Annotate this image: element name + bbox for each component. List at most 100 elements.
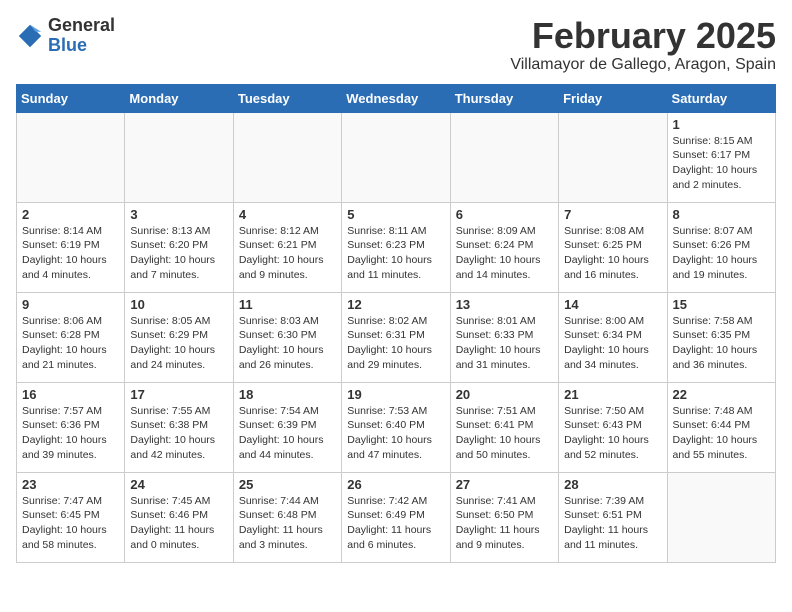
weekday-header-sunday: Sunday <box>17 84 125 112</box>
calendar-week-3: 9 Sunrise: 8:06 AM Sunset: 6:28 PM Daylig… <box>17 292 776 382</box>
day-info: Sunrise: 7:50 AM Sunset: 6:43 PM Dayligh… <box>564 404 661 463</box>
calendar-day: 15 Sunrise: 7:58 AM Sunset: 6:35 PM Dayli… <box>667 292 775 382</box>
day-number: 6 <box>456 207 553 222</box>
day-info: Sunrise: 7:57 AM Sunset: 6:36 PM Dayligh… <box>22 404 119 463</box>
day-info: Sunrise: 8:12 AM Sunset: 6:21 PM Dayligh… <box>239 224 336 283</box>
calendar-day <box>342 112 450 202</box>
day-info: Sunrise: 8:15 AM Sunset: 6:17 PM Dayligh… <box>673 134 770 193</box>
calendar-day: 25Sunrise: 7:44 AM Sunset: 6:48 PM Dayli… <box>233 472 341 562</box>
day-number: 25 <box>239 477 336 492</box>
page-header: General Blue February 2025 Villamayor de… <box>16 16 776 74</box>
weekday-header-saturday: Saturday <box>667 84 775 112</box>
title-block: February 2025 Villamayor de Gallego, Ara… <box>510 16 776 74</box>
day-number: 16 <box>22 387 119 402</box>
calendar-day <box>233 112 341 202</box>
logo-general-text: General <box>48 15 115 35</box>
calendar-header-row: SundayMondayTuesdayWednesdayThursdayFrid… <box>17 84 776 112</box>
day-number: 7 <box>564 207 661 222</box>
location-subtitle: Villamayor de Gallego, Aragon, Spain <box>510 56 776 74</box>
weekday-header-monday: Monday <box>125 84 233 112</box>
calendar-day: 23Sunrise: 7:47 AM Sunset: 6:45 PM Dayli… <box>17 472 125 562</box>
day-info: Sunrise: 8:11 AM Sunset: 6:23 PM Dayligh… <box>347 224 444 283</box>
day-info: Sunrise: 8:02 AM Sunset: 6:31 PM Dayligh… <box>347 314 444 373</box>
calendar-day: 4 Sunrise: 8:12 AM Sunset: 6:21 PM Daylig… <box>233 202 341 292</box>
calendar-day: 19 Sunrise: 7:53 AM Sunset: 6:40 PM Dayli… <box>342 382 450 472</box>
calendar-day: 8 Sunrise: 8:07 AM Sunset: 6:26 PM Daylig… <box>667 202 775 292</box>
day-info: Sunrise: 8:01 AM Sunset: 6:33 PM Dayligh… <box>456 314 553 373</box>
calendar-day: 6Sunrise: 8:09 AM Sunset: 6:24 PM Daylig… <box>450 202 558 292</box>
calendar-day: 26 Sunrise: 7:42 AM Sunset: 6:49 PM Dayli… <box>342 472 450 562</box>
day-number: 28 <box>564 477 661 492</box>
day-number: 11 <box>239 297 336 312</box>
day-info: Sunrise: 8:05 AM Sunset: 6:29 PM Dayligh… <box>130 314 227 373</box>
calendar-table: SundayMondayTuesdayWednesdayThursdayFrid… <box>16 84 776 563</box>
day-number: 22 <box>673 387 770 402</box>
day-number: 2 <box>22 207 119 222</box>
day-number: 14 <box>564 297 661 312</box>
calendar-day: 9 Sunrise: 8:06 AM Sunset: 6:28 PM Daylig… <box>17 292 125 382</box>
calendar-day <box>450 112 558 202</box>
calendar-day: 12Sunrise: 8:02 AM Sunset: 6:31 PM Dayli… <box>342 292 450 382</box>
calendar-day: 17 Sunrise: 7:55 AM Sunset: 6:38 PM Dayli… <box>125 382 233 472</box>
calendar-day: 2 Sunrise: 8:14 AM Sunset: 6:19 PM Daylig… <box>17 202 125 292</box>
day-info: Sunrise: 8:00 AM Sunset: 6:34 PM Dayligh… <box>564 314 661 373</box>
weekday-header-thursday: Thursday <box>450 84 558 112</box>
month-year-title: February 2025 <box>510 16 776 56</box>
day-info: Sunrise: 7:51 AM Sunset: 6:41 PM Dayligh… <box>456 404 553 463</box>
logo-blue-text: Blue <box>48 35 87 55</box>
day-number: 15 <box>673 297 770 312</box>
day-info: Sunrise: 8:03 AM Sunset: 6:30 PM Dayligh… <box>239 314 336 373</box>
day-info: Sunrise: 8:13 AM Sunset: 6:20 PM Dayligh… <box>130 224 227 283</box>
day-info: Sunrise: 7:53 AM Sunset: 6:40 PM Dayligh… <box>347 404 444 463</box>
day-info: Sunrise: 7:42 AM Sunset: 6:49 PM Dayligh… <box>347 494 444 553</box>
day-info: Sunrise: 8:14 AM Sunset: 6:19 PM Dayligh… <box>22 224 119 283</box>
calendar-day: 22 Sunrise: 7:48 AM Sunset: 6:44 PM Dayli… <box>667 382 775 472</box>
day-number: 3 <box>130 207 227 222</box>
calendar-week-1: 1 Sunrise: 8:15 AM Sunset: 6:17 PM Daylig… <box>17 112 776 202</box>
day-info: Sunrise: 7:45 AM Sunset: 6:46 PM Dayligh… <box>130 494 227 553</box>
day-info: Sunrise: 7:55 AM Sunset: 6:38 PM Dayligh… <box>130 404 227 463</box>
day-number: 21 <box>564 387 661 402</box>
calendar-day: 5 Sunrise: 8:11 AM Sunset: 6:23 PM Daylig… <box>342 202 450 292</box>
calendar-day: 20 Sunrise: 7:51 AM Sunset: 6:41 PM Dayli… <box>450 382 558 472</box>
weekday-header-friday: Friday <box>559 84 667 112</box>
day-number: 9 <box>22 297 119 312</box>
day-number: 13 <box>456 297 553 312</box>
logo-icon <box>16 22 44 50</box>
day-number: 26 <box>347 477 444 492</box>
day-number: 20 <box>456 387 553 402</box>
calendar-week-4: 16 Sunrise: 7:57 AM Sunset: 6:36 PM Dayli… <box>17 382 776 472</box>
calendar-day: 16 Sunrise: 7:57 AM Sunset: 6:36 PM Dayli… <box>17 382 125 472</box>
calendar-day <box>559 112 667 202</box>
logo: General Blue <box>16 16 115 56</box>
calendar-day: 13 Sunrise: 8:01 AM Sunset: 6:33 PM Dayli… <box>450 292 558 382</box>
calendar-day: 14 Sunrise: 8:00 AM Sunset: 6:34 PM Dayli… <box>559 292 667 382</box>
calendar-day: 24 Sunrise: 7:45 AM Sunset: 6:46 PM Dayli… <box>125 472 233 562</box>
day-info: Sunrise: 7:41 AM Sunset: 6:50 PM Dayligh… <box>456 494 553 553</box>
calendar-day: 18Sunrise: 7:54 AM Sunset: 6:39 PM Dayli… <box>233 382 341 472</box>
calendar-day: 27 Sunrise: 7:41 AM Sunset: 6:50 PM Dayli… <box>450 472 558 562</box>
calendar-day: 7 Sunrise: 8:08 AM Sunset: 6:25 PM Daylig… <box>559 202 667 292</box>
weekday-header-tuesday: Tuesday <box>233 84 341 112</box>
day-number: 8 <box>673 207 770 222</box>
day-info: Sunrise: 8:08 AM Sunset: 6:25 PM Dayligh… <box>564 224 661 283</box>
day-number: 4 <box>239 207 336 222</box>
day-number: 27 <box>456 477 553 492</box>
calendar-day <box>17 112 125 202</box>
calendar-day <box>125 112 233 202</box>
day-number: 24 <box>130 477 227 492</box>
day-info: Sunrise: 7:48 AM Sunset: 6:44 PM Dayligh… <box>673 404 770 463</box>
day-info: Sunrise: 8:06 AM Sunset: 6:28 PM Dayligh… <box>22 314 119 373</box>
calendar-day: 11 Sunrise: 8:03 AM Sunset: 6:30 PM Dayli… <box>233 292 341 382</box>
day-info: Sunrise: 7:39 AM Sunset: 6:51 PM Dayligh… <box>564 494 661 553</box>
day-info: Sunrise: 7:58 AM Sunset: 6:35 PM Dayligh… <box>673 314 770 373</box>
day-info: Sunrise: 7:47 AM Sunset: 6:45 PM Dayligh… <box>22 494 119 553</box>
day-info: Sunrise: 8:07 AM Sunset: 6:26 PM Dayligh… <box>673 224 770 283</box>
calendar-week-2: 2 Sunrise: 8:14 AM Sunset: 6:19 PM Daylig… <box>17 202 776 292</box>
day-number: 17 <box>130 387 227 402</box>
day-number: 1 <box>673 117 770 132</box>
day-number: 5 <box>347 207 444 222</box>
calendar-day: 28 Sunrise: 7:39 AM Sunset: 6:51 PM Dayli… <box>559 472 667 562</box>
calendar-week-5: 23Sunrise: 7:47 AM Sunset: 6:45 PM Dayli… <box>17 472 776 562</box>
day-number: 19 <box>347 387 444 402</box>
